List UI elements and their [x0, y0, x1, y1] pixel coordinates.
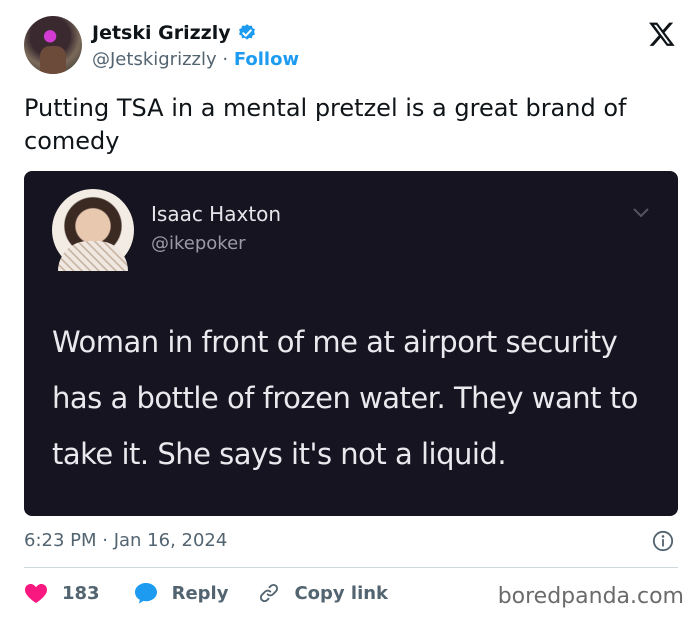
x-logo-icon[interactable] [648, 20, 676, 48]
divider [24, 567, 678, 568]
tweet-timestamp[interactable]: 6:23 PM · Jan 16, 2024 [24, 530, 227, 551]
embedded-avatar [52, 189, 134, 271]
author-avatar[interactable] [24, 16, 82, 74]
boredpanda-watermark: boredpanda.com [497, 584, 684, 609]
author-name[interactable]: Jetski Grizzly [92, 22, 231, 44]
heart-icon [24, 584, 48, 603]
embedded-name: Isaac Haxton [151, 202, 282, 226]
tweet-text: Putting TSA in a mental pretzel is a gre… [24, 94, 627, 155]
author-name-row: Jetski Grizzly [92, 22, 257, 44]
author-handle-row: @Jetskigrizzly · Follow [92, 49, 299, 70]
embedded-text: Woman in front of me at airport security… [52, 325, 638, 471]
like-button[interactable]: 183 [24, 582, 134, 604]
info-icon[interactable] [652, 530, 674, 552]
embedded-tweet-image[interactable]: Isaac Haxton @ikepoker Woman in front of… [24, 171, 678, 516]
author-handle[interactable]: @Jetskigrizzly [92, 49, 217, 70]
copy-link-label: Copy link [294, 582, 389, 604]
chevron-down-icon [633, 208, 649, 218]
reply-bubble-icon [134, 583, 157, 604]
follow-button[interactable]: Follow [234, 49, 299, 70]
action-bar: 183 Reply Copy link [24, 580, 388, 606]
copy-link-button[interactable]: Copy link [258, 582, 388, 604]
embedded-handle: @ikepoker [151, 233, 246, 254]
like-count: 183 [62, 582, 100, 604]
link-icon [260, 583, 279, 603]
verified-badge-icon [238, 24, 255, 40]
reply-button[interactable]: Reply [134, 582, 259, 604]
separator: · [222, 49, 229, 70]
reply-label: Reply [171, 582, 229, 604]
